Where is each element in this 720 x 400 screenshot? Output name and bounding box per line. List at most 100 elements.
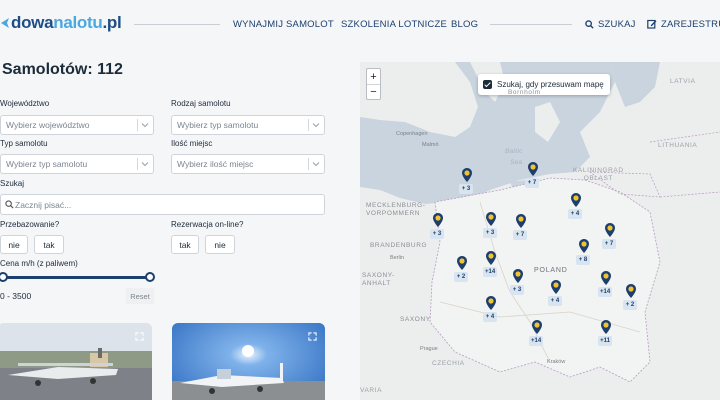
search-placeholder: Zacznij pisać... xyxy=(15,199,72,210)
cluster-count-badge[interactable]: +14 xyxy=(598,287,613,297)
cluster-count-badge[interactable]: +14 xyxy=(483,267,498,277)
aircraft-photo xyxy=(172,323,325,400)
cluster-count-badge[interactable]: + 2 xyxy=(623,300,637,310)
cluster-count-badge[interactable]: + 7 xyxy=(602,239,616,249)
seats-select[interactable]: Wybierz ilość miejsc xyxy=(171,154,325,174)
category-select[interactable]: Wybierz typ samolotu xyxy=(171,115,325,135)
map-label: VARIA xyxy=(360,387,383,394)
chevron-down-icon xyxy=(312,123,320,128)
map-label: Berlin xyxy=(390,255,405,261)
price-slider-min-handle[interactable] xyxy=(0,272,8,282)
cluster-count-badge[interactable]: + 4 xyxy=(568,209,582,219)
seats-placeholder: Wybierz ilość miejsc xyxy=(177,159,254,169)
type-label: Typ samolotu xyxy=(0,139,48,148)
reset-button[interactable]: Reset xyxy=(126,288,154,304)
online-yes-button[interactable]: tak xyxy=(171,235,199,254)
map-marker-icon[interactable] xyxy=(516,214,526,228)
logo[interactable]: dowa nalotu .pl xyxy=(0,13,122,33)
voivodeship-select[interactable]: Wybierz województwo xyxy=(0,115,154,135)
map-marker-icon[interactable] xyxy=(528,162,538,176)
map-marker-icon[interactable] xyxy=(601,320,611,334)
aircraft-card[interactable] xyxy=(0,323,152,400)
map-marker-icon[interactable] xyxy=(486,251,496,265)
cluster-count-badge[interactable]: + 3 xyxy=(483,228,497,238)
chevron-down-icon xyxy=(312,162,320,167)
map-label: SAXONY- ANHALT xyxy=(362,272,395,287)
map-marker-icon[interactable] xyxy=(605,223,615,237)
map-marker-icon[interactable] xyxy=(551,280,561,294)
zoom-in-button[interactable]: + xyxy=(367,69,380,84)
search-input[interactable]: Zacznij pisać... xyxy=(0,194,325,215)
aircraft-card[interactable] xyxy=(172,323,325,400)
map-label: POLAND xyxy=(534,267,568,274)
cluster-count-badge[interactable]: + 7 xyxy=(525,178,539,188)
map-marker-icon[interactable] xyxy=(457,256,467,270)
map-marker-icon[interactable] xyxy=(486,296,496,310)
header-divider-left xyxy=(134,24,220,25)
map-label: Bornholm xyxy=(508,89,541,96)
map-label: Prague xyxy=(420,346,438,352)
plane-logo-icon xyxy=(1,18,9,28)
logo-accent: nalotu xyxy=(53,13,103,32)
map-marker-icon[interactable] xyxy=(601,271,611,285)
logo-tld: .pl xyxy=(102,13,122,32)
price-label: Cena m/h (z paliwem) xyxy=(0,259,78,268)
site-header: dowa nalotu .pl WYNAJMIJ SAMOLOT SZKOLENIA… xyxy=(0,0,720,50)
ferry-no-button[interactable]: nie xyxy=(0,235,28,254)
expand-icon[interactable] xyxy=(308,332,317,341)
price-slider-max-handle[interactable] xyxy=(145,272,155,282)
map-marker-icon[interactable] xyxy=(579,239,589,253)
cluster-count-badge[interactable]: +11 xyxy=(598,336,612,346)
search-link[interactable]: SZUKAJ xyxy=(585,19,636,30)
logo-main: dowa xyxy=(11,13,54,32)
map-background xyxy=(360,62,720,400)
register-link-label: ZAREJESTRUJ xyxy=(661,19,720,30)
nav-flight-training[interactable]: SZKOLENIA LOTNICZE xyxy=(341,19,447,30)
search-on-move-label: Szukaj, gdy przesuwam mapę xyxy=(497,80,604,89)
map-label: KALININGRAD OBLAST xyxy=(573,167,624,182)
cluster-count-badge[interactable]: + 3 xyxy=(510,285,524,295)
cluster-count-badge[interactable]: + 3 xyxy=(430,229,444,239)
map-marker-icon[interactable] xyxy=(532,320,542,334)
search-icon xyxy=(585,20,594,29)
map-marker-icon[interactable] xyxy=(433,213,443,227)
cluster-count-badge[interactable]: + 2 xyxy=(454,272,468,282)
page-title: Samolotów: 112 xyxy=(2,61,123,78)
price-range-value: 0 - 3500 xyxy=(0,291,32,301)
cluster-count-badge[interactable]: + 4 xyxy=(483,312,497,322)
map-marker-icon[interactable] xyxy=(462,168,472,182)
search-on-move-toggle[interactable]: Szukaj, gdy przesuwam mapę xyxy=(478,74,610,95)
cluster-count-badge[interactable]: + 7 xyxy=(513,230,527,240)
register-link[interactable]: ZAREJESTRUJ xyxy=(647,19,720,30)
search-icon xyxy=(5,200,14,209)
cluster-count-badge[interactable]: + 4 xyxy=(548,296,562,306)
zoom-controls: + − xyxy=(366,68,381,100)
cluster-count-badge[interactable]: + 8 xyxy=(576,255,590,265)
map-label: Baltic xyxy=(505,148,523,155)
map-marker-icon[interactable] xyxy=(571,193,581,207)
map-marker-icon[interactable] xyxy=(513,269,523,283)
checkbox[interactable] xyxy=(483,80,492,89)
map[interactable]: + − Szukaj, gdy przesuwam mapę Bornholm … xyxy=(360,62,720,400)
category-placeholder: Wybierz typ samolotu xyxy=(177,120,259,130)
map-marker-icon[interactable] xyxy=(486,212,496,226)
map-label: LITHUANIA xyxy=(658,142,698,149)
zoom-out-button[interactable]: − xyxy=(367,84,380,99)
page: dowa nalotu .pl WYNAJMIJ SAMOLOT SZKOLENIA… xyxy=(0,0,720,400)
ferry-yes-button[interactable]: tak xyxy=(34,235,64,254)
map-label: BRANDENBURG xyxy=(370,242,428,249)
header-divider-right xyxy=(490,24,572,25)
price-slider-track[interactable] xyxy=(2,276,150,279)
cluster-count-badge[interactable]: +14 xyxy=(529,336,544,346)
map-label: SAXONY xyxy=(400,316,431,323)
map-label: Copenhagen xyxy=(396,131,428,137)
map-marker-icon[interactable] xyxy=(626,284,636,298)
type-select[interactable]: Wybierz typ samolotu xyxy=(0,154,154,174)
expand-icon[interactable] xyxy=(135,332,144,341)
map-label: Kraków xyxy=(547,359,566,365)
online-no-button[interactable]: nie xyxy=(205,235,235,254)
category-label: Rodzaj samolotu xyxy=(171,99,231,108)
nav-rent-plane[interactable]: WYNAJMIJ SAMOLOT xyxy=(233,19,334,30)
nav-blog[interactable]: BLOG xyxy=(451,19,478,30)
cluster-count-badge[interactable]: + 3 xyxy=(459,184,473,194)
